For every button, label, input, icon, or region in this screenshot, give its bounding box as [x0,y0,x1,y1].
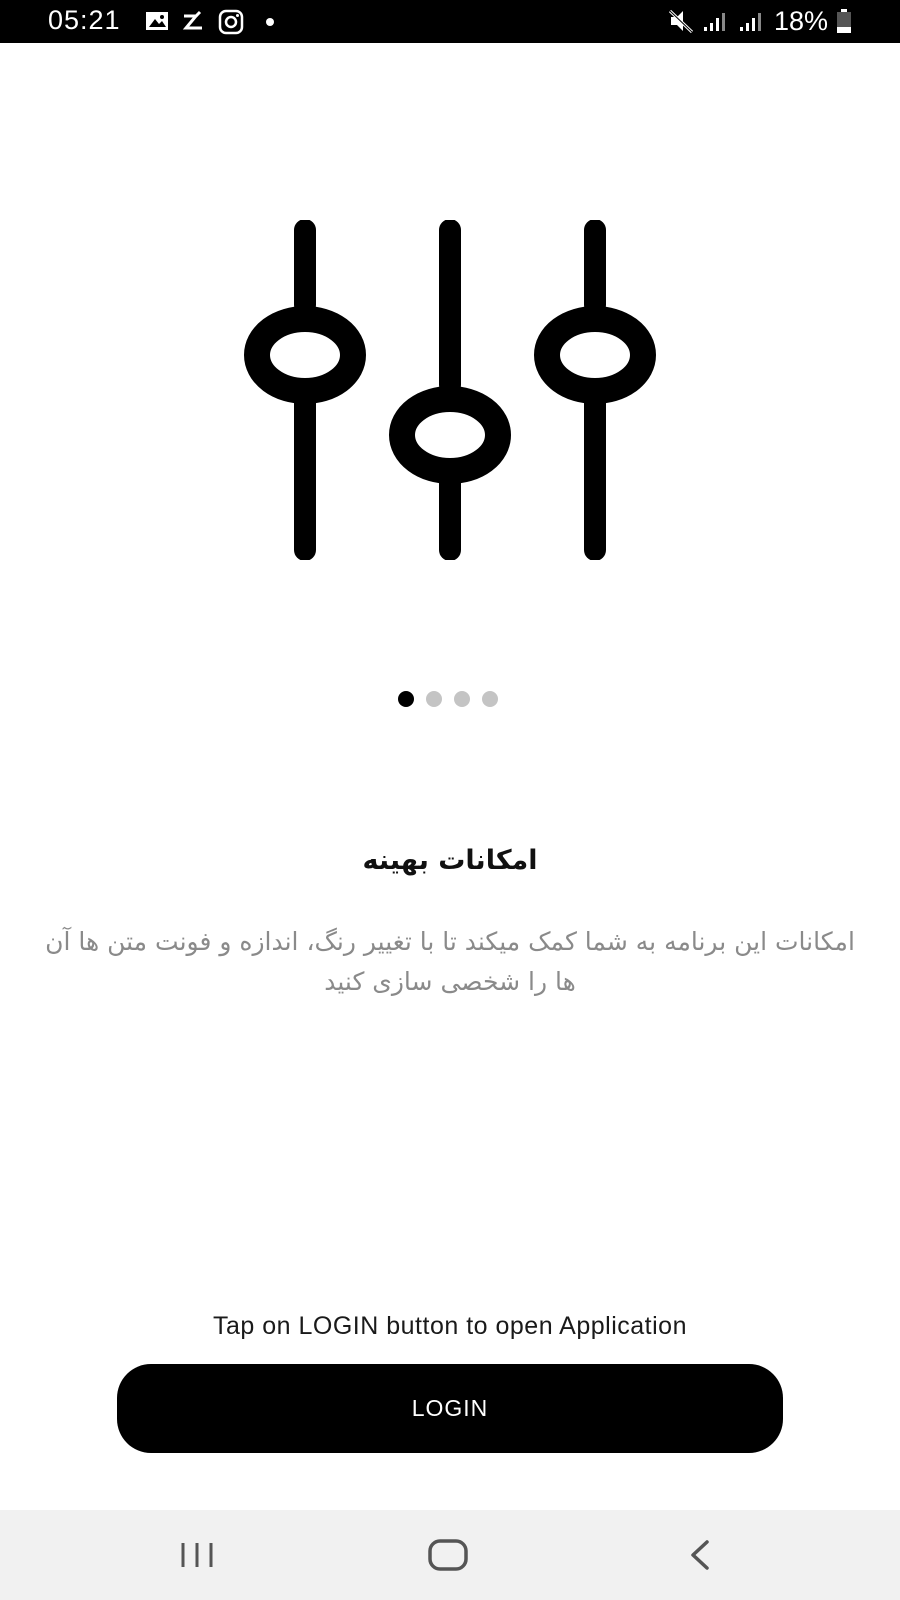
battery-icon [837,9,851,33]
pager-indicator [398,691,498,707]
home-icon [428,1539,468,1571]
home-button[interactable] [418,1532,478,1578]
flash-icon [182,10,202,30]
dot-icon [266,18,274,26]
status-bar: 05:21 18% [0,0,900,43]
gallery-icon [146,12,168,30]
back-button[interactable] [670,1532,730,1578]
status-right: 18% [668,5,852,37]
status-time: 05:21 [48,5,121,35]
back-icon [691,1540,709,1570]
recents-icon [181,1543,213,1567]
mute-icon [668,9,693,34]
onboarding-description: امکانات این برنامه به شما کمک میکند تا ب… [45,927,855,996]
pager-dot[interactable] [482,691,498,707]
recents-button[interactable] [167,1532,227,1578]
login-button[interactable]: LOGIN [117,1364,783,1453]
pager-dot-active[interactable] [398,691,414,707]
onboarding-title: امکانات بهینه [362,845,538,876]
sliders-icon [244,220,656,560]
pager-dot[interactable] [454,691,470,707]
instagram-icon [218,9,244,35]
status-left-icons [146,9,274,35]
navigation-bar [0,1510,900,1600]
login-hint: Tap on LOGIN button to open Application [213,1312,687,1340]
signal-icon [703,13,725,31]
battery-percentage: 18% [773,5,828,36]
signal-icon [739,13,761,31]
pager-dot[interactable] [426,691,442,707]
